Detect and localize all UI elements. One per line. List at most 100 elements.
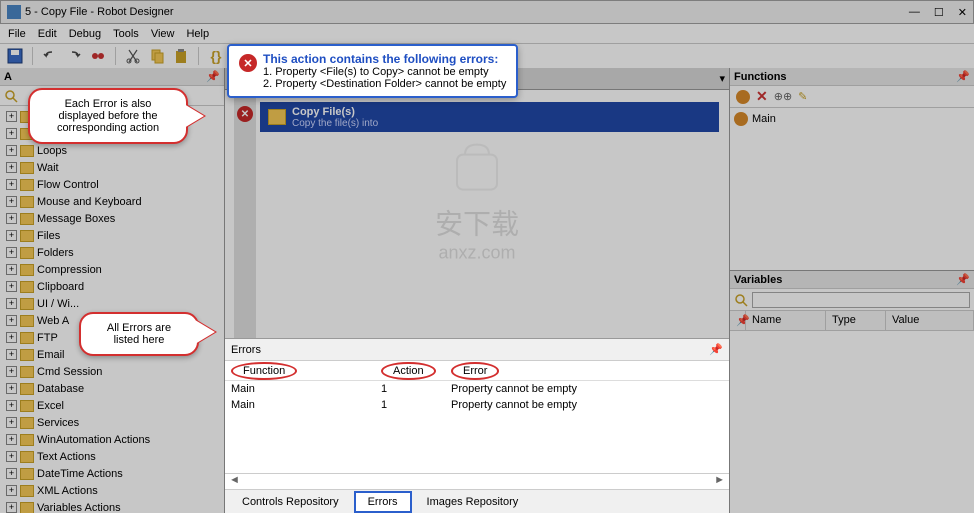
tab-errors[interactable]: Errors	[354, 491, 412, 513]
menu-view[interactable]: View	[151, 28, 175, 40]
error-row[interactable]: Main1Property cannot be empty	[225, 397, 729, 413]
tree-item[interactable]: +Cmd Session	[0, 363, 224, 380]
pin-icon[interactable]: 📌	[956, 70, 970, 83]
action-copy-files[interactable]: Copy File(s) Copy the file(s) into	[260, 102, 719, 132]
tab-dropdown-icon[interactable]: ▾	[719, 72, 725, 85]
expand-icon[interactable]: +	[6, 196, 17, 207]
tree-item[interactable]: + XML Actions	[0, 482, 224, 499]
pin-icon[interactable]: 📌	[709, 343, 723, 356]
expand-icon[interactable]: +	[6, 451, 17, 462]
expand-icon[interactable]: +	[6, 264, 17, 275]
menu-file[interactable]: File	[8, 28, 26, 40]
col-value[interactable]: Value	[886, 311, 974, 330]
expand-icon[interactable]: +	[6, 366, 17, 377]
expand-icon[interactable]: +	[6, 162, 17, 173]
expand-icon[interactable]: +	[6, 145, 17, 156]
tree-item[interactable]: +UI / Wi...	[0, 295, 224, 312]
delete-function-icon[interactable]: ✕	[756, 88, 768, 105]
col-action[interactable]: Action	[381, 362, 436, 380]
cell-error: Property cannot be empty	[451, 399, 723, 411]
window-title: 5 - Copy File - Robot Designer	[25, 6, 909, 18]
expand-icon[interactable]: +	[6, 349, 17, 360]
tree-item[interactable]: +Files	[0, 227, 224, 244]
error-badge-icon[interactable]: ✕	[237, 106, 253, 122]
menu-edit[interactable]: Edit	[38, 28, 57, 40]
pin-column[interactable]: 📌	[730, 311, 746, 330]
expand-icon[interactable]: +	[6, 332, 17, 343]
expand-icon[interactable]: +	[6, 383, 17, 394]
cut-icon[interactable]	[124, 47, 142, 65]
expand-icon[interactable]: +	[6, 315, 17, 326]
menu-debug[interactable]: Debug	[69, 28, 101, 40]
col-type[interactable]: Type	[826, 311, 886, 330]
tree-item[interactable]: + Mouse and Keyboard	[0, 193, 224, 210]
error-row[interactable]: Main1Property cannot be empty	[225, 381, 729, 397]
actions-header: A	[4, 71, 12, 83]
tab-controls-repository[interactable]: Controls Repository	[229, 492, 352, 512]
expand-icon[interactable]: +	[6, 213, 17, 224]
add-function-icon[interactable]	[736, 90, 750, 104]
menu-help[interactable]: Help	[186, 28, 209, 40]
folder-icon	[20, 162, 34, 174]
expand-icon[interactable]: +	[6, 128, 17, 139]
expand-icon[interactable]: +	[6, 111, 17, 122]
tree-item[interactable]: +DateTime Actions	[0, 465, 224, 482]
tab-images-repository[interactable]: Images Repository	[414, 492, 532, 512]
expand-icon[interactable]: +	[6, 434, 17, 445]
maximize-button[interactable]: ☐	[934, 6, 944, 19]
edit-function-icon[interactable]: ✎	[798, 90, 807, 103]
folder-icon	[20, 417, 34, 429]
tree-item[interactable]: +Flow Control	[0, 176, 224, 193]
variables-search-input[interactable]	[752, 292, 970, 308]
record-function-icon[interactable]: ⊕⊕	[774, 90, 792, 103]
tree-item[interactable]: +Services	[0, 414, 224, 431]
functions-header: Functions	[734, 71, 787, 83]
tree-item[interactable]: +Wait	[0, 159, 224, 176]
tree-item[interactable]: +Database	[0, 380, 224, 397]
tree-item[interactable]: +Clipboard	[0, 278, 224, 295]
tree-item[interactable]: +Excel	[0, 397, 224, 414]
expand-icon[interactable]: +	[6, 281, 17, 292]
expand-icon[interactable]: +	[6, 400, 17, 411]
expand-icon[interactable]: +	[6, 298, 17, 309]
tree-item[interactable]: +Folders	[0, 244, 224, 261]
expand-icon[interactable]: +	[6, 468, 17, 479]
expand-icon[interactable]: +	[6, 417, 17, 428]
expand-icon[interactable]: +	[6, 247, 17, 258]
save-icon[interactable]	[6, 47, 24, 65]
expand-icon[interactable]: +	[6, 502, 17, 513]
error-tooltip: ✕ This action contains the following err…	[227, 44, 518, 98]
col-name[interactable]: Name	[746, 311, 826, 330]
copy-icon[interactable]	[148, 47, 166, 65]
tree-label: Compression	[37, 264, 102, 276]
designer-canvas[interactable]: ✕ Copy File(s) Copy the file(s) into 安下载…	[225, 90, 729, 338]
tree-item[interactable]: +Text Actions	[0, 448, 224, 465]
brace-left-icon[interactable]: {}	[207, 47, 225, 65]
pin-icon[interactable]: 📌	[206, 70, 220, 83]
undo-icon[interactable]	[41, 47, 59, 65]
tooltip-line: 1. Property <File(s) to Copy> cannot be …	[263, 66, 506, 78]
scroll-bar[interactable]: ◄►	[225, 473, 729, 489]
expand-icon[interactable]: +	[6, 485, 17, 496]
tree-item[interactable]: +WinAutomation Actions	[0, 431, 224, 448]
col-error[interactable]: Error	[451, 362, 499, 380]
expand-icon[interactable]: +	[6, 179, 17, 190]
menu-tools[interactable]: Tools	[113, 28, 139, 40]
tree-label: XML Actions	[37, 485, 98, 497]
close-button[interactable]: ✕	[958, 6, 967, 19]
cell-error: Property cannot be empty	[451, 383, 723, 395]
col-function[interactable]: Function	[231, 362, 297, 380]
tree-item[interactable]: +Message Boxes	[0, 210, 224, 227]
tree-item[interactable]: +Variables Actions	[0, 499, 224, 513]
minimize-button[interactable]: —	[909, 6, 920, 19]
pin-icon[interactable]: 📌	[956, 273, 970, 286]
function-main[interactable]: Main	[732, 110, 972, 128]
paste-icon[interactable]	[172, 47, 190, 65]
folder-icon	[20, 366, 34, 378]
tree-item[interactable]: +Loops	[0, 142, 224, 159]
tree-label: Mouse and Keyboard	[37, 196, 142, 208]
expand-icon[interactable]: +	[6, 230, 17, 241]
tree-item[interactable]: + Compression	[0, 261, 224, 278]
redo-icon[interactable]	[65, 47, 83, 65]
record-icon[interactable]	[89, 47, 107, 65]
